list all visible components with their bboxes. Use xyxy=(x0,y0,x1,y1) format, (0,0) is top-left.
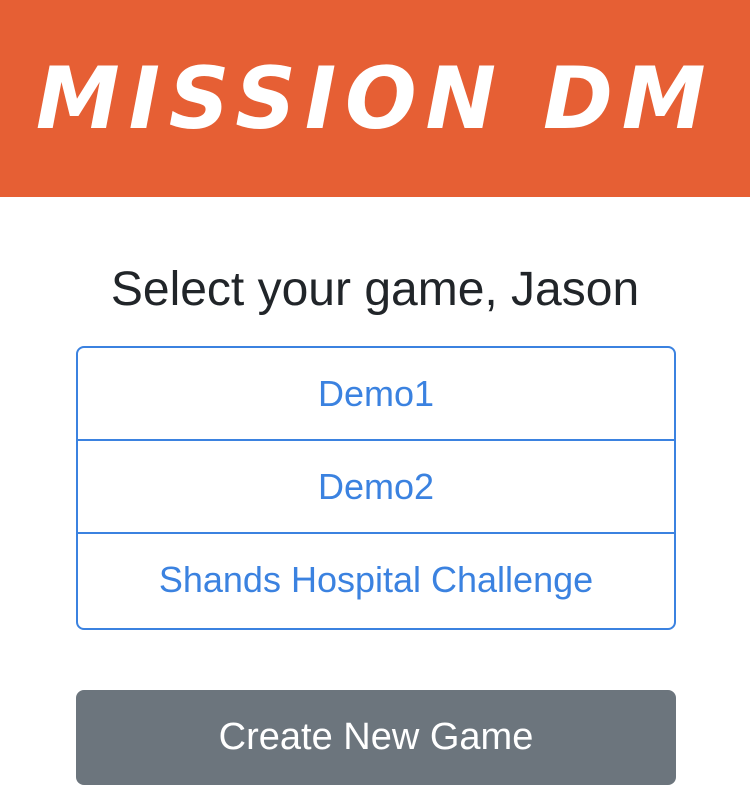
app-logo-title: MISSION DM xyxy=(35,48,715,149)
app-header: MISSION DM xyxy=(0,0,750,197)
game-list-item-demo1[interactable]: Demo1 xyxy=(78,348,674,441)
game-list: Demo1 Demo2 Shands Hospital Challenge xyxy=(76,346,676,630)
page-title: Select your game, Jason xyxy=(110,263,640,316)
game-list-item-shands-hospital-challenge[interactable]: Shands Hospital Challenge xyxy=(78,534,674,626)
create-new-game-button[interactable]: Create New Game xyxy=(76,690,676,785)
game-list-item-demo2[interactable]: Demo2 xyxy=(78,441,674,534)
